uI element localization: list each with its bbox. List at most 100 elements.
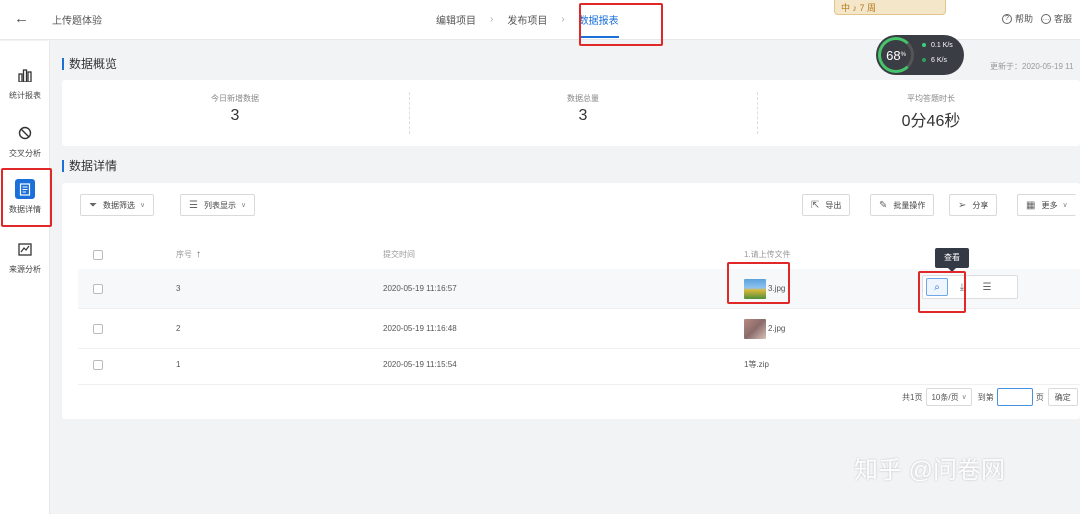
- details-card: ⏷ 数据筛选 ∨ ☰ 列表显示 ∨ ⇱ 导出 ✎ 批量操作 ➢ 分享 ▦ 更多 …: [62, 183, 1080, 419]
- download-icon[interactable]: ⤓: [951, 278, 973, 296]
- confirm-button[interactable]: 确定: [1047, 388, 1078, 406]
- promo-banner[interactable]: 中 ♪ 7 周: [834, 0, 946, 15]
- chevron-down-icon: ∨: [1062, 202, 1068, 209]
- upload-dot-icon: [922, 43, 926, 48]
- help-link[interactable]: ? 帮助: [1001, 12, 1033, 25]
- back-arrow-icon[interactable]: ←: [14, 11, 32, 27]
- stat-value: 3: [578, 107, 588, 124]
- bar-chart-icon: [15, 65, 35, 85]
- chevron-right-icon: ›: [561, 14, 565, 25]
- row-file[interactable]: 2.jpg: [744, 309, 785, 348]
- service-label: 客服: [1053, 14, 1072, 24]
- chevron-down-icon: ∨: [961, 394, 967, 401]
- table-row[interactable]: 1 2020-05-19 11:15:54 1等.zip: [78, 345, 1080, 385]
- stat-label: 数据总量: [567, 94, 599, 103]
- row-checkbox[interactable]: [93, 283, 103, 294]
- help-label: 帮助: [1014, 14, 1033, 24]
- details-section-title: 数据详情: [62, 160, 117, 172]
- sidebar-item-data-details[interactable]: 数据详情: [0, 175, 50, 225]
- chat-icon: …: [1040, 13, 1051, 24]
- watermark-text: 知乎 @问卷网: [854, 457, 1006, 484]
- goto-label: 到第: [977, 392, 994, 402]
- network-speed-widget: 68% 0.1 K/s 6 K/s: [876, 35, 964, 75]
- memory-percent: 68: [886, 47, 901, 63]
- list-icon: ☰: [189, 199, 198, 211]
- share-button[interactable]: ➢ 分享: [949, 194, 998, 216]
- overview-card: 今日新增数据 3 数据总量 3 平均答题时长 0分46秒: [62, 80, 1080, 146]
- step-nav: 编辑项目 › 发布项目 › 数据报表: [436, 12, 619, 38]
- column-header-file: 1.请上传文件: [744, 250, 791, 259]
- batch-operation-button[interactable]: ✎ 批量操作: [870, 194, 935, 216]
- sidebar-label: 数据详情: [9, 205, 41, 214]
- export-icon: ⇱: [811, 199, 820, 211]
- row-actions: ⌕ ⤓ ☰: [922, 275, 1018, 299]
- table-header: 序号 ↑ 提交时间 1.请上传文件: [78, 240, 1080, 270]
- row-time: 2020-05-19 11:16:57: [383, 284, 457, 293]
- sort-arrow-icon[interactable]: ↑: [196, 249, 201, 260]
- stat-label: 平均答题时长: [907, 94, 955, 103]
- download-dot-icon: [922, 58, 926, 63]
- sidebar-label: 统计报表: [9, 91, 41, 100]
- upload-speed: 0.1 K/s: [922, 42, 953, 49]
- grid-icon: ▦: [1026, 199, 1036, 211]
- sidebar-label: 交叉分析: [9, 149, 41, 158]
- top-bar: ← 上传题体验 编辑项目 › 发布项目 › 数据报表 中 ♪ 7 周 ? 帮助 …: [0, 0, 1080, 40]
- stat-today-new: 今日新增数据 3: [62, 93, 408, 125]
- chevron-right-icon: ›: [490, 14, 494, 25]
- view-icon[interactable]: ⌕: [926, 278, 948, 296]
- export-button[interactable]: ⇱ 导出: [802, 194, 851, 216]
- stat-total: 数据总量 3: [410, 93, 756, 125]
- document-icon: [15, 179, 35, 199]
- row-index: 3: [176, 284, 181, 293]
- filter-icon: ⏷: [89, 199, 97, 211]
- cross-analysis-icon: [15, 123, 35, 143]
- download-speed: 6 K/s: [922, 57, 947, 64]
- total-pages: 共1页: [902, 392, 923, 402]
- page-unit-label: 页: [1035, 392, 1044, 402]
- table-row[interactable]: 2 2020-05-19 11:16:48 2.jpg: [78, 309, 1080, 349]
- step-publish-project[interactable]: 发布项目: [507, 12, 547, 27]
- row-checkbox[interactable]: [93, 323, 103, 334]
- edit-list-icon: ✎: [879, 199, 888, 211]
- select-all-checkbox[interactable]: [93, 249, 103, 260]
- image-thumbnail[interactable]: [744, 318, 766, 339]
- data-filter-button[interactable]: ⏷ 数据筛选 ∨: [80, 194, 155, 216]
- sidebar-item-stats-report[interactable]: 统计报表: [0, 61, 50, 111]
- list-view-button[interactable]: ☰ 列表显示 ∨: [180, 194, 256, 216]
- sidebar-item-source-analysis[interactable]: 来源分析: [0, 235, 50, 285]
- sidebar-label: 来源分析: [9, 265, 41, 274]
- column-header-index[interactable]: 序号 ↑: [176, 240, 201, 269]
- view-tooltip: 查看: [935, 248, 969, 272]
- sidebar: 统计报表 交叉分析 数据详情 来源分析: [0, 41, 50, 514]
- send-icon: ➢: [958, 199, 967, 211]
- image-thumbnail[interactable]: [744, 278, 766, 299]
- row-index: 2: [176, 324, 181, 333]
- updated-time: 更新于：2020-05-19 11: [990, 62, 1074, 71]
- stat-label: 今日新增数据: [211, 94, 259, 103]
- step-edit-project[interactable]: 编辑项目: [436, 12, 476, 27]
- row-time: 2020-05-19 11:15:54: [383, 360, 457, 369]
- step-data-report[interactable]: 数据报表: [578, 12, 619, 38]
- stat-value: 0分46秒: [901, 113, 961, 130]
- row-checkbox[interactable]: [93, 359, 103, 370]
- delete-list-icon[interactable]: ☰: [976, 278, 998, 296]
- more-button[interactable]: ▦ 更多 ∨: [1017, 194, 1076, 216]
- question-icon: ?: [1001, 13, 1012, 24]
- chevron-down-icon: ∨: [240, 202, 247, 209]
- stat-value: 3: [230, 107, 240, 124]
- pagination: 共1页 10条/页 ∨ 到第 页 确定: [902, 388, 1078, 406]
- row-index: 1: [176, 360, 181, 369]
- line-chart-icon: [15, 239, 35, 259]
- row-time: 2020-05-19 11:16:48: [383, 324, 457, 333]
- stat-avg-duration: 平均答题时长 0分46秒: [758, 93, 1080, 131]
- sidebar-item-cross-analysis[interactable]: 交叉分析: [0, 119, 50, 169]
- page-size-select[interactable]: 10条/页 ∨: [926, 388, 972, 406]
- memory-ring: 68%: [878, 37, 914, 73]
- service-link[interactable]: … 客服: [1040, 12, 1072, 25]
- chevron-down-icon: ∨: [140, 202, 146, 209]
- project-title: 上传题体验: [52, 16, 102, 27]
- row-file[interactable]: 1等.zip: [744, 345, 769, 384]
- goto-page-input[interactable]: [996, 388, 1033, 406]
- overview-section-title: 数据概览: [62, 58, 117, 70]
- row-file[interactable]: 3.jpg: [744, 269, 785, 308]
